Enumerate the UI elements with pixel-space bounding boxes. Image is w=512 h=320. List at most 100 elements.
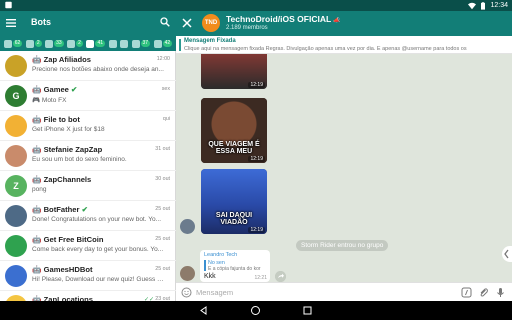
avatar <box>5 145 27 167</box>
sticker-caption: SAI DAQUI VIADÃO <box>215 212 253 226</box>
filter-groups[interactable]: 33 <box>45 39 64 48</box>
avatar[interactable] <box>180 219 195 234</box>
chat-name: 🤖 Get Free BitCoin <box>32 235 104 244</box>
quote-bar <box>204 260 206 271</box>
avatar <box>5 115 27 137</box>
recents-icon[interactable] <box>302 305 313 316</box>
group-avatar: TND <box>202 14 220 32</box>
chat-list: 🤖 Zap Afiliados 12:00 Precione nos botões … <box>0 51 176 317</box>
filter-channels[interactable]: 2 <box>67 39 83 48</box>
chat-row[interactable]: Z 🤖 ZapChannels 30 out pong <box>0 171 176 201</box>
status-time: 12:34 <box>490 2 508 9</box>
menu-icon[interactable] <box>6 18 16 28</box>
avatar <box>5 205 27 227</box>
bot-commands-icon[interactable] <box>461 287 472 298</box>
chat-preview: pong <box>32 186 47 193</box>
megaphone-icon: 📣 <box>333 18 341 24</box>
chat-row[interactable]: 🤖 BotFather ✔ 25 out Done! Congratulations… <box>0 201 176 231</box>
chat-row[interactable]: 🤖 File to bot qui Get iPhone X just for $1… <box>0 111 176 141</box>
filter-favorites[interactable] <box>120 39 128 48</box>
battery-icon <box>481 1 486 10</box>
pinned-message[interactable]: Mensagem Fixada Clique aqui na mensagem … <box>176 36 512 54</box>
users-icon <box>25 39 34 48</box>
chat-name: 🤖 Gamee ✔ <box>32 85 78 94</box>
folder-title: Bots <box>31 17 51 27</box>
filter-users[interactable]: 2 <box>25 39 42 48</box>
chat-name: 🤖 Zap Afiliados <box>32 55 91 64</box>
chat-time: 12:00 <box>156 56 170 62</box>
message-area[interactable]: 12:19 QUE VIAGEM É ESSA MEU 12:19 SAI DA… <box>176 54 512 282</box>
microphone-icon[interactable] <box>495 287 506 298</box>
chat-row[interactable]: 🤖 GamesHDBot 25 out Hi! Please, Download o… <box>0 261 176 291</box>
message-input-bar: Mensagem <box>176 282 512 301</box>
chat-name: 🤖 Stefanie ZapZap <box>32 145 103 154</box>
share-icon[interactable] <box>275 271 286 282</box>
wifi-icon <box>468 2 477 9</box>
chat-time: sex <box>161 86 170 92</box>
admin-icon <box>131 39 140 48</box>
chat-time: 25 out <box>155 206 170 212</box>
avatar: Z <box>5 175 27 197</box>
avatar[interactable] <box>180 266 195 281</box>
verified-icon: ✔ <box>71 85 78 94</box>
group-name: TechnoDroid/iOS OFICIAL 📣 <box>226 14 341 24</box>
verified-icon: ✔ <box>81 205 88 214</box>
quoted-text: E a cópia fajunta do kor <box>208 266 261 272</box>
sticker-message[interactable]: SAI DAQUI VIADÃO 12:19 <box>201 169 267 234</box>
chat-preview: Come back every day to get your bonus. Y… <box>32 246 164 253</box>
android-notification-icon <box>5 1 12 9</box>
sticker-caption: QUE VIAGEM É ESSA MEU <box>208 141 260 155</box>
message-time: 12:19 <box>248 82 265 88</box>
home-icon[interactable] <box>250 305 261 316</box>
chat-preview: Precione nos botões abaixo onde deseja a… <box>32 66 164 73</box>
message-time: 12:19 <box>248 227 265 233</box>
chat-time: 30 out <box>155 176 170 182</box>
back-icon[interactable] <box>198 305 209 316</box>
close-icon[interactable] <box>182 18 192 28</box>
bots-icon <box>86 39 95 48</box>
unread-icon <box>153 39 162 48</box>
filter-admin[interactable]: 37 <box>131 39 151 48</box>
emoji-icon[interactable] <box>181 287 192 298</box>
chat-row[interactable]: G 🤖 Gamee ✔ sex 🎮 Moto FX <box>0 81 176 111</box>
system-message: Storm Rider entrou no grupo <box>296 240 389 251</box>
star-icon <box>120 39 128 48</box>
chat-time: 25 out <box>155 236 170 242</box>
chat-row[interactable]: 🤖 Zap Afiliados 12:00 Precione nos botões … <box>0 51 176 81</box>
filter-saved[interactable] <box>108 39 117 48</box>
chat-list-panel: Bots 62 2 33 2 41 37 42 🤖 Zap Afiliados 1… <box>0 11 176 317</box>
chat-time: 25 out <box>155 266 170 272</box>
chat-row[interactable]: 🤖 Get Free BitCoin 25 out Come back every … <box>0 231 176 261</box>
reply-message[interactable]: Leandro Tech No sen E a cópia fajunta do… <box>200 250 270 282</box>
all-chats-icon <box>3 39 12 48</box>
avatar <box>5 265 27 287</box>
conversation-header[interactable]: TND TechnoDroid/iOS OFICIAL 📣 2.189 memb… <box>176 11 512 36</box>
sticker-message[interactable]: 12:19 <box>201 54 267 89</box>
avatar: G <box>5 85 27 107</box>
member-count: 2.189 membros <box>226 25 268 31</box>
filter-unread[interactable]: 42 <box>153 39 173 48</box>
android-nav-bar <box>0 301 512 320</box>
chevron-left-icon[interactable] <box>502 246 512 262</box>
filter-bots[interactable]: 41 <box>86 39 105 48</box>
attach-icon[interactable] <box>478 287 489 298</box>
sticker-message[interactable]: QUE VIAGEM É ESSA MEU 12:19 <box>201 98 267 163</box>
chat-row[interactable]: 🤖 Stefanie ZapZap 31 out Eu sou um bot do … <box>0 141 176 171</box>
chat-name: 🤖 ZapChannels <box>32 175 92 184</box>
message-text: Kkk <box>204 273 216 280</box>
avatar <box>5 235 27 257</box>
chat-name: 🤖 BotFather ✔ <box>32 205 88 214</box>
conversation-panel: TND TechnoDroid/iOS OFICIAL 📣 2.189 memb… <box>176 11 512 301</box>
chat-name: 🤖 File to bot <box>32 115 80 124</box>
search-icon[interactable] <box>160 17 170 27</box>
chat-time: qui <box>162 116 170 122</box>
filter-all[interactable]: 62 <box>3 39 23 48</box>
pinned-bar <box>179 39 181 51</box>
chat-name: 🤖 GamesHDBot <box>32 265 93 274</box>
chat-preview: Eu sou um bot do sexo feminino. <box>32 156 127 163</box>
folder-filter-bar: 62 2 33 2 41 37 42 <box>0 36 176 51</box>
message-input[interactable]: Mensagem <box>196 288 233 297</box>
pinned-title: Mensagem Fixada <box>184 38 236 44</box>
chat-time: 31 out <box>155 146 170 152</box>
status-bar: 12:34 <box>0 0 512 11</box>
